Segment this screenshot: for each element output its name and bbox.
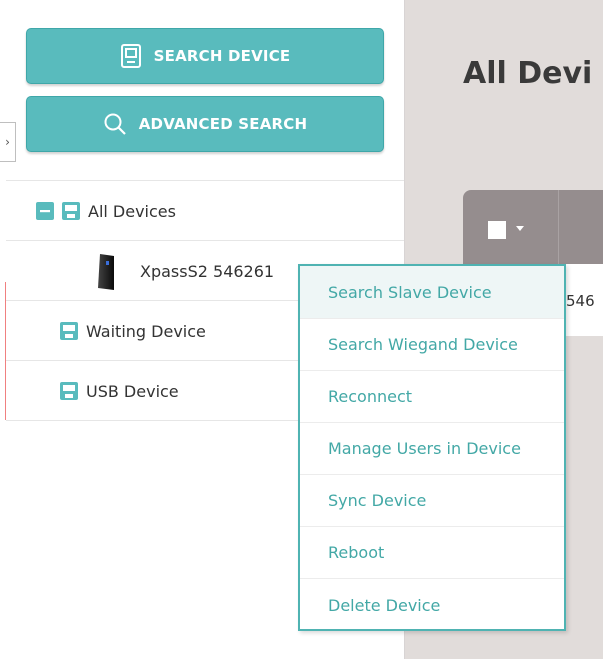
tree-divider xyxy=(6,240,404,241)
page-title: All Devi xyxy=(463,56,593,91)
table-cell: 546 xyxy=(566,292,595,310)
advanced-search-button[interactable]: ADVANCED SEARCH xyxy=(26,96,384,152)
caret-down-icon[interactable] xyxy=(516,226,524,231)
grid-column-divider xyxy=(558,190,559,264)
menu-item-manage-users[interactable]: Manage Users in Device xyxy=(300,423,564,475)
menu-item-reboot[interactable]: Reboot xyxy=(300,527,564,579)
tree-label-all-devices: All Devices xyxy=(88,201,176,221)
floppy-icon xyxy=(60,382,78,400)
menu-item-sync-device[interactable]: Sync Device xyxy=(300,475,564,527)
context-menu: Search Slave Device Search Wiegand Devic… xyxy=(298,264,566,631)
select-all-checkbox[interactable] xyxy=(488,221,506,239)
search-device-button[interactable]: SEARCH DEVICE xyxy=(26,28,384,84)
advanced-search-label: ADVANCED SEARCH xyxy=(138,115,308,133)
menu-item-search-wiegand-device[interactable]: Search Wiegand Device xyxy=(300,319,564,371)
search-device-label: SEARCH DEVICE xyxy=(153,47,291,65)
tree-label-device: XpassS2 546261 xyxy=(140,261,275,281)
floppy-icon xyxy=(60,322,78,340)
device-box-icon xyxy=(120,44,142,68)
menu-item-delete-device[interactable]: Delete Device xyxy=(300,579,564,631)
grid-header xyxy=(463,190,603,264)
minus-square-icon[interactable] xyxy=(36,202,54,220)
tree-label-usb-device: USB Device xyxy=(86,381,179,401)
menu-item-search-slave-device[interactable]: Search Slave Device xyxy=(300,266,564,319)
menu-item-reconnect[interactable]: Reconnect xyxy=(300,371,564,423)
sidebar-collapse-toggle[interactable]: › xyxy=(0,122,16,162)
magnifier-icon xyxy=(103,112,127,136)
floppy-icon xyxy=(62,202,80,220)
chevron-right-icon: › xyxy=(5,135,10,149)
tree-label-waiting-device: Waiting Device xyxy=(86,321,206,341)
tree-item-all-devices[interactable]: All Devices xyxy=(6,182,404,240)
device-reader-icon xyxy=(96,253,116,291)
tree-divider xyxy=(6,180,404,181)
